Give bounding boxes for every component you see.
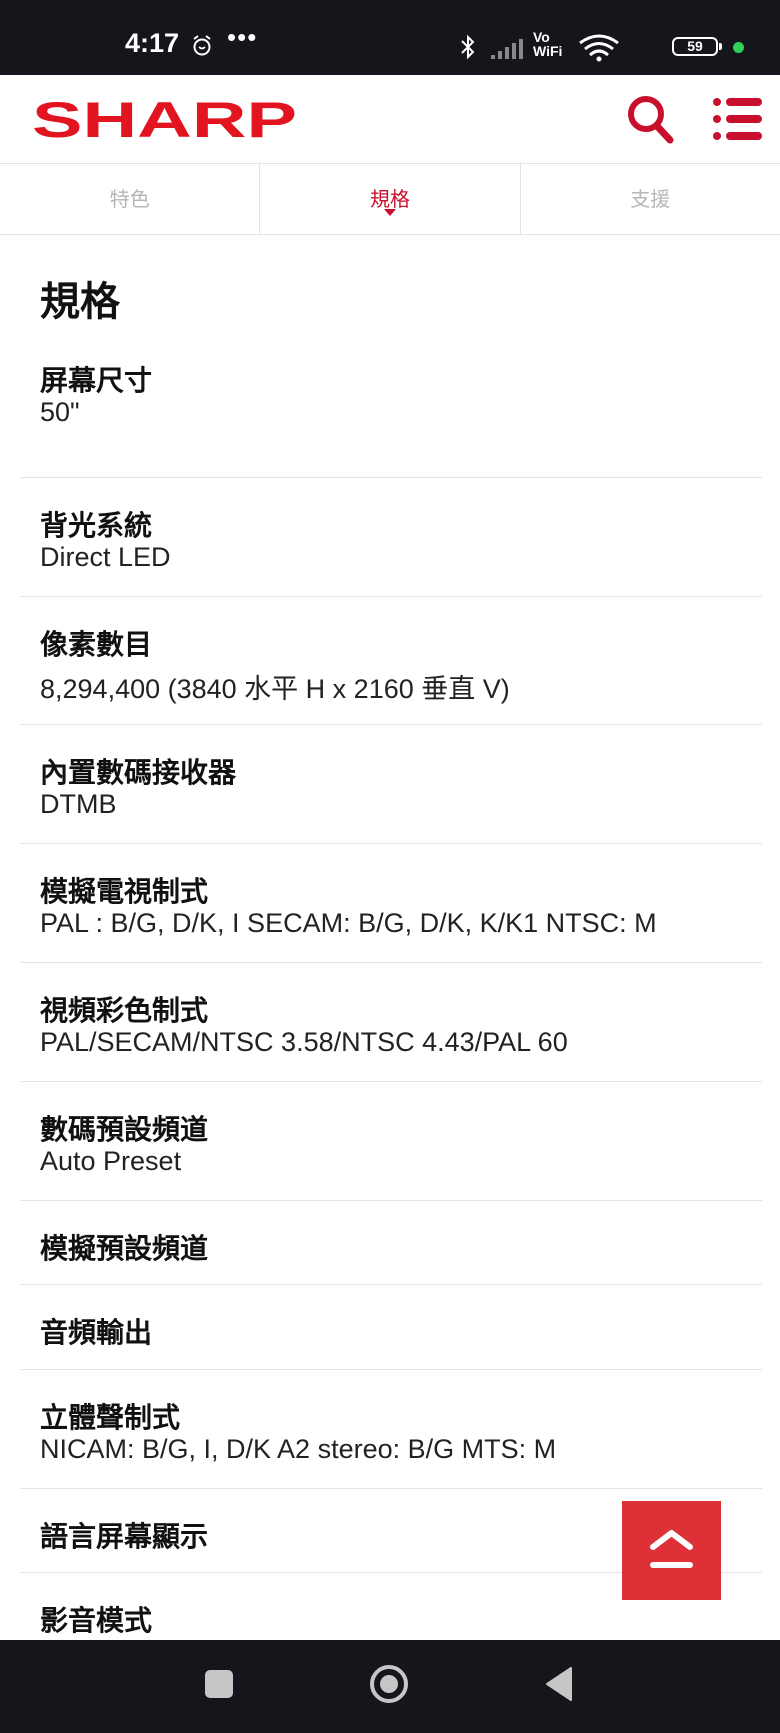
sharp-logo-text: SHARP xyxy=(32,97,297,143)
spec-label: 模擬預設頻道 xyxy=(40,1232,209,1265)
system-navigation-bar xyxy=(0,1640,780,1733)
tab-specifications-label: 規格 xyxy=(369,187,410,211)
spec-value: PAL : B/G, D/K, I SECAM: B/G, D/K, K/K1 … xyxy=(40,908,657,938)
spec-value: 50" xyxy=(40,397,80,427)
battery-indicator: 59 xyxy=(672,37,722,56)
chevron-up-icon xyxy=(650,1530,693,1568)
spec-row: 背光系統 Direct LED xyxy=(20,478,762,597)
tab-support[interactable]: 支援 xyxy=(519,164,780,234)
back-to-top-button[interactable] xyxy=(622,1501,721,1600)
spec-list: 屏幕尺寸 50" 背光系統 Direct LED 像素數目 8,294,400 … xyxy=(20,359,762,1657)
spec-value: PAL/SECAM/NTSC 3.58/NTSC 4.43/PAL 60 xyxy=(40,1027,568,1057)
spec-row: 音頻輸出 xyxy=(20,1285,762,1370)
spec-value: Direct LED xyxy=(40,542,171,572)
privacy-indicator-dot xyxy=(733,42,744,53)
menu-list-icon[interactable] xyxy=(712,95,762,143)
spec-value: NICAM: B/G, I, D/K A2 stereo: B/G MTS: M xyxy=(40,1434,557,1464)
tab-features-label: 特色 xyxy=(109,187,150,211)
spec-label: 背光系統 xyxy=(40,509,153,542)
spec-row: 屏幕尺寸 50" xyxy=(20,359,762,478)
spec-row: 像素數目 8,294,400 (3840 水平 H x 2160 垂直 V) xyxy=(20,597,762,725)
vowifi-top-text: Vo xyxy=(533,29,550,45)
spec-label: 視頻彩色制式 xyxy=(40,994,209,1027)
spec-row: 內置數碼接收器 DTMB xyxy=(20,725,762,844)
spec-label: 影音模式 xyxy=(40,1604,153,1637)
spec-label: 語言屏幕顯示 xyxy=(40,1520,209,1553)
back-triangle-icon[interactable] xyxy=(544,1666,574,1702)
search-icon[interactable] xyxy=(626,93,674,145)
spec-label: 立體聲制式 xyxy=(40,1401,181,1434)
home-circle-icon[interactable] xyxy=(369,1664,409,1704)
alarm-clock-icon xyxy=(193,35,211,56)
site-header: SHARP xyxy=(0,75,780,164)
status-bar: 4:17 ••• Vo WiFi 59 xyxy=(0,0,780,75)
spec-row: 模擬電視制式 PAL : B/G, D/K, I SECAM: B/G, D/K… xyxy=(20,844,762,963)
tab-support-label: 支援 xyxy=(630,187,671,211)
spec-label: 屏幕尺寸 xyxy=(40,364,153,397)
cell-signal-icon xyxy=(491,39,523,59)
spec-value: Auto Preset xyxy=(40,1146,182,1176)
spec-label: 音頻輸出 xyxy=(40,1316,153,1349)
spec-row: 視頻彩色制式 PAL/SECAM/NTSC 3.58/NTSC 4.43/PAL… xyxy=(20,963,762,1082)
spec-row: 立體聲制式 NICAM: B/G, I, D/K A2 stereo: B/G … xyxy=(20,1370,762,1489)
vowifi-indicator: Vo WiFi xyxy=(533,30,567,58)
spec-value: 8,294,400 (3840 水平 H x 2160 垂直 V) xyxy=(40,674,510,704)
tab-features[interactable]: 特色 xyxy=(0,164,259,234)
wifi-icon xyxy=(579,34,619,62)
spec-label: 像素數目 xyxy=(40,628,153,661)
more-notifications-icon: ••• xyxy=(227,22,258,52)
bluetooth-icon xyxy=(461,34,475,60)
recent-apps-square-icon[interactable] xyxy=(205,1670,233,1698)
section-tabs: 特色 規格 支援 xyxy=(0,164,780,235)
caret-down-icon xyxy=(383,209,396,216)
status-time: 4:17 xyxy=(125,28,180,58)
spec-label: 模擬電視制式 xyxy=(40,875,209,908)
tab-specifications[interactable]: 規格 xyxy=(259,164,519,234)
screen: 4:17 ••• Vo WiFi 59 SHARP 特色 規格 支援 規格 屏幕… xyxy=(0,0,780,1733)
spec-label: 數碼預設頻道 xyxy=(40,1113,209,1146)
spec-row: 模擬預設頻道 xyxy=(20,1201,762,1285)
spec-row: 數碼預設頻道 Auto Preset xyxy=(20,1082,762,1201)
sharp-logo[interactable]: SHARP xyxy=(32,97,297,143)
spec-label: 內置數碼接收器 xyxy=(40,756,237,789)
page-title: 規格 xyxy=(40,279,120,325)
spec-value: DTMB xyxy=(40,789,117,819)
vowifi-bottom-text: WiFi xyxy=(533,43,563,59)
